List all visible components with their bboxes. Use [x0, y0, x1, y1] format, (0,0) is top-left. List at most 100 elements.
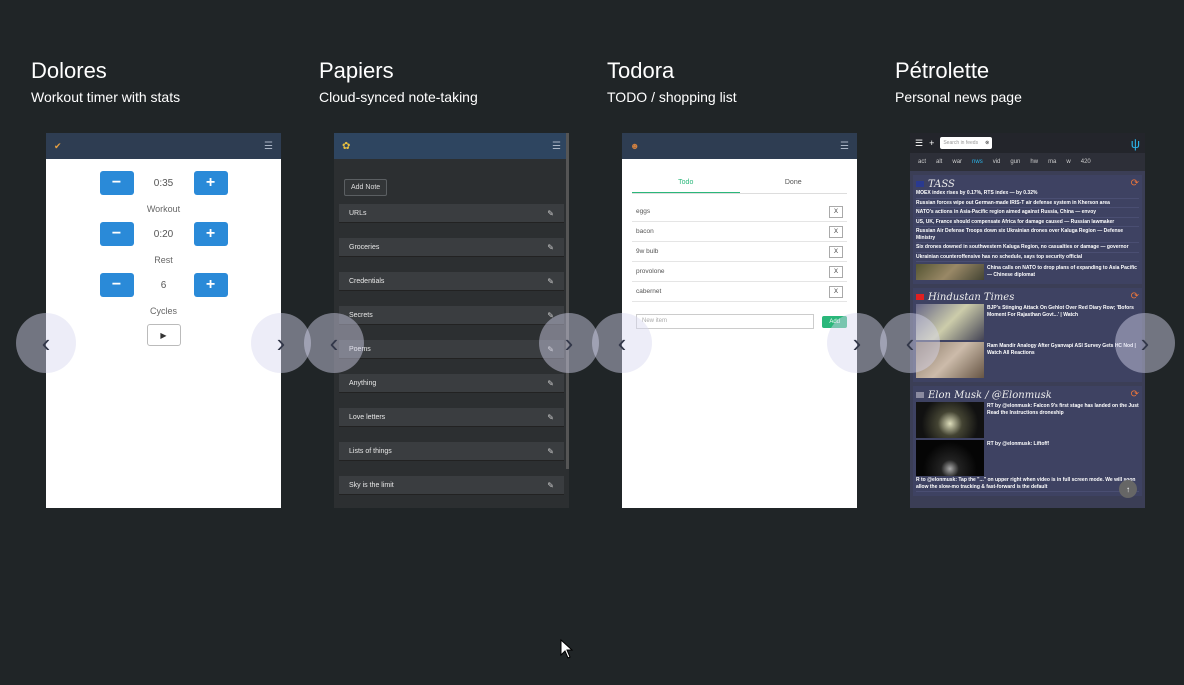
- tab-hw: hw: [1030, 159, 1039, 165]
- remove-button: X: [829, 205, 843, 218]
- note-title: Love letters: [349, 413, 386, 421]
- workout-row: − 0:35 +: [46, 171, 281, 195]
- feed-item: Six drones downed in southwestern Kaluga…: [916, 243, 1139, 253]
- list-item: bacon X: [632, 222, 847, 242]
- item-label: provolone: [636, 268, 665, 275]
- dolores-next-arrow[interactable]: ›: [251, 313, 311, 373]
- workout-minus-button: −: [99, 171, 134, 195]
- tab-done: Done: [784, 179, 802, 186]
- note-item: Lists of things ✎: [339, 442, 564, 461]
- tab-alt: alt: [936, 159, 943, 165]
- add-note-button: Add Note: [344, 179, 388, 196]
- tab-war: war: [952, 159, 963, 165]
- todora-screenshot: ☻ ☰ Todo Done eggs X bacon X 9w bulb X prov…: [622, 133, 857, 508]
- feed-name: Hindustan Times: [928, 292, 1015, 303]
- app-subtitle: Cloud-synced note-taking: [319, 89, 478, 105]
- petrolette-toolbar: ☰ + Search in feeds ⊗ ψ: [910, 133, 1145, 153]
- feed-item: Russian Air Defense Troops down six Ukra…: [916, 227, 1139, 243]
- note-item: Groceries ✎: [339, 238, 564, 257]
- feed-item: RT by @elonmusk: Liftoff!: [987, 441, 1050, 447]
- tab-gun: gun: [1010, 159, 1021, 165]
- remove-button: X: [829, 285, 843, 298]
- check-logo-icon: ✔: [54, 140, 62, 151]
- cycles-row: − 6 +: [46, 273, 281, 297]
- app-card-todora: Todora TODO / shopping list: [607, 58, 867, 106]
- dolores-screenshot: ✔ ☰ − 0:35 + Workout − 0:20 + Rest − 6 +…: [46, 133, 281, 508]
- note-title: Lists of things: [349, 447, 392, 455]
- rest-plus-button: +: [193, 222, 228, 246]
- avatar-icon: ☻: [630, 141, 640, 151]
- note-item: Credentials ✎: [339, 272, 564, 291]
- petrolette-tabs: act alt war nws vid gun hw ma w 420: [910, 153, 1145, 171]
- note-title: Secrets: [349, 311, 373, 319]
- todora-prev-arrow[interactable]: ‹: [592, 313, 652, 373]
- avatar-icon: [916, 392, 924, 398]
- note-title: Sky is the limit: [349, 481, 394, 489]
- app-subtitle: Workout timer with stats: [31, 89, 181, 105]
- feed-tass: TASS ⟳ MOEX index rises by 0.17%, RTS in…: [913, 175, 1142, 284]
- feed-search-input: Search in feeds ⊗: [940, 137, 993, 149]
- feed-item-with-thumb: RT by @elonmusk: Falcon 9's first stage …: [916, 402, 1139, 438]
- pencil-icon: ✎: [547, 378, 554, 388]
- todora-next-arrow[interactable]: ›: [827, 313, 887, 373]
- app-subtitle: TODO / shopping list: [607, 89, 737, 105]
- note-title: Anything: [349, 379, 377, 387]
- youtube-icon: [916, 294, 924, 300]
- todora-topbar: ☻ ☰: [622, 133, 857, 159]
- pencil-icon: ✎: [547, 276, 554, 286]
- feed-item: R to @elonmusk: Tap the "..." on upper r…: [916, 476, 1139, 492]
- papiers-next-arrow[interactable]: ›: [539, 313, 599, 373]
- cycles-value: 6: [160, 279, 167, 291]
- app-subtitle: Personal news page: [895, 89, 1022, 105]
- list-item: provolone X: [632, 262, 847, 282]
- note-item: Sky is the limit ✎: [339, 476, 564, 495]
- plus-icon: +: [929, 138, 935, 148]
- refresh-icon: ⟳: [1130, 177, 1139, 189]
- tab-todo: Todo: [632, 179, 740, 193]
- pencil-icon: ✎: [547, 242, 554, 252]
- tab-420: 420: [1080, 159, 1091, 165]
- app-title: Dolores: [31, 58, 107, 83]
- news-thumbnail: [916, 402, 984, 438]
- papiers-prev-arrow[interactable]: ‹: [304, 313, 364, 373]
- tab-nws: nws: [972, 159, 983, 165]
- feed-item: MOEX index rises by 0.17%, RTS index — b…: [916, 189, 1139, 199]
- rest-label: Rest: [154, 255, 173, 265]
- note-item: Secrets ✎: [339, 306, 564, 325]
- dolores-prev-arrow[interactable]: ‹: [16, 313, 76, 373]
- cycles-minus-button: −: [99, 273, 134, 297]
- item-label: cabernet: [636, 288, 662, 295]
- dolores-topbar: ✔ ☰: [46, 133, 281, 159]
- pencil-icon: ✎: [547, 208, 554, 218]
- pencil-icon: ✎: [547, 446, 554, 456]
- feed-item: Russian forces wipe out German-made IRIS…: [916, 199, 1139, 208]
- news-thumbnail: [916, 440, 984, 476]
- feed-item: Ukrainian counteroffensive has no schedu…: [916, 253, 1139, 262]
- refresh-icon: ⟳: [1130, 388, 1139, 400]
- pencil-icon: ✎: [547, 480, 554, 490]
- workout-value: 0:35: [153, 177, 174, 189]
- new-item-input: New item: [636, 314, 815, 329]
- feed-item: China calls on NATO to drop plans of exp…: [987, 265, 1137, 278]
- search-icon: ⊗: [985, 140, 990, 146]
- list-item: 9w bulb X: [632, 242, 847, 262]
- petrolette-next-arrow[interactable]: ›: [1115, 313, 1175, 373]
- feed-header: Hindustan Times ⟳: [916, 290, 1139, 303]
- feed-elon-musk: Elon Musk / @Elonmusk ⟳ RT by @elonmusk:…: [913, 386, 1142, 496]
- feed-name: TASS: [928, 179, 955, 190]
- petrolette-prev-arrow[interactable]: ‹: [880, 313, 940, 373]
- note-title: Groceries: [349, 243, 380, 251]
- scrollbar: [566, 133, 569, 469]
- app-card-papiers: Papiers Cloud-synced note-taking: [319, 58, 579, 106]
- feed-name: Elon Musk / @Elonmusk: [928, 390, 1052, 401]
- news-thumbnail: [916, 264, 984, 280]
- rest-row: − 0:20 +: [46, 222, 281, 246]
- hamburger-menu-icon: ☰: [840, 140, 849, 152]
- rest-minus-button: −: [99, 222, 134, 246]
- search-placeholder: Search in feeds: [943, 140, 979, 146]
- app-title: Todora: [607, 58, 675, 83]
- item-label: bacon: [636, 228, 654, 235]
- cycles-label: Cycles: [149, 306, 177, 316]
- play-icon: ▶: [146, 324, 181, 346]
- workout-plus-button: +: [193, 171, 228, 195]
